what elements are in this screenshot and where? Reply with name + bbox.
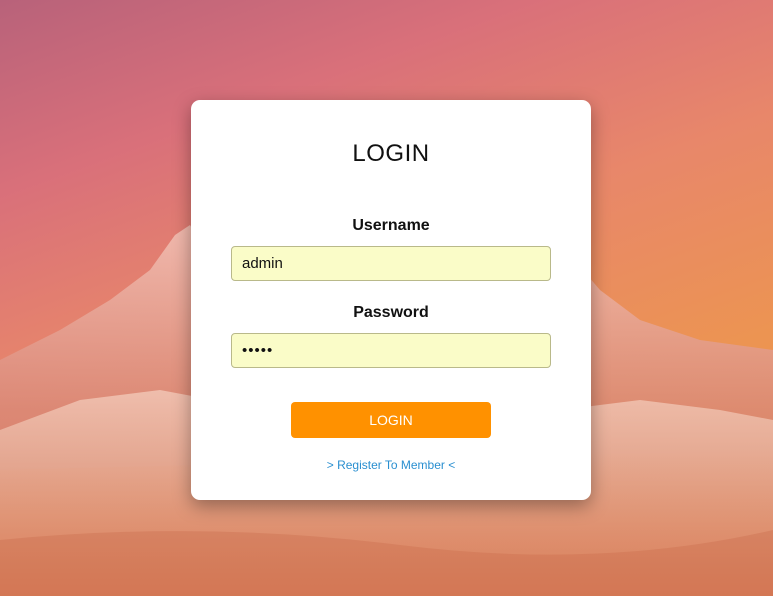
password-label: Password <box>353 304 429 321</box>
password-input[interactable] <box>231 333 551 368</box>
login-button[interactable]: LOGIN <box>291 402 491 438</box>
login-card: LOGIN Username Password LOGIN > Register… <box>191 100 591 500</box>
username-label: Username <box>352 217 430 234</box>
register-link[interactable]: > Register To Member < <box>191 458 591 472</box>
login-title: LOGIN <box>352 140 430 167</box>
username-input[interactable] <box>231 246 551 281</box>
